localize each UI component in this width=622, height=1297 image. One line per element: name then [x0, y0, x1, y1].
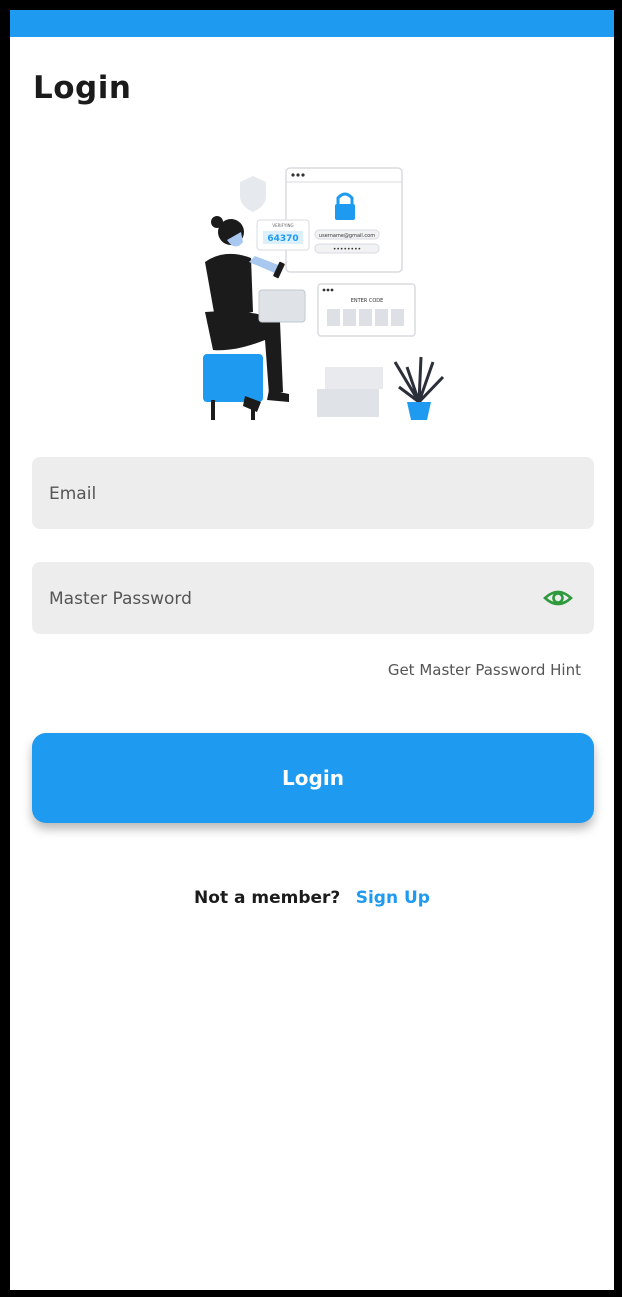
- sign-up-link[interactable]: Sign Up: [356, 888, 430, 908]
- illus-code-value: 64370: [267, 234, 298, 244]
- email-field[interactable]: [32, 457, 594, 531]
- eye-icon[interactable]: [542, 582, 574, 614]
- password-field[interactable]: [32, 562, 594, 636]
- master-password-hint-link[interactable]: Get Master Password Hint: [388, 661, 581, 679]
- illus-code-label: VERIFYING: [272, 223, 293, 228]
- login-button[interactable]: Login: [32, 733, 594, 823]
- signup-row: Not a member? Sign Up: [10, 888, 614, 908]
- app-screen: Login username@gmail.com •••••••• VERIFY…: [10, 10, 614, 1290]
- illus-email-text: username@gmail.com: [319, 233, 375, 239]
- illus-enter-code: ENTER CODE: [351, 298, 384, 304]
- status-bar: [10, 10, 614, 37]
- illus-password-mask: ••••••••: [333, 246, 361, 253]
- not-member-text: Not a member?: [194, 888, 341, 908]
- page-title: Login: [33, 70, 132, 106]
- security-login-illustration: username@gmail.com •••••••• VERIFYING 64…: [203, 167, 445, 420]
- password-input[interactable]: [47, 562, 531, 636]
- email-input[interactable]: [47, 457, 531, 531]
